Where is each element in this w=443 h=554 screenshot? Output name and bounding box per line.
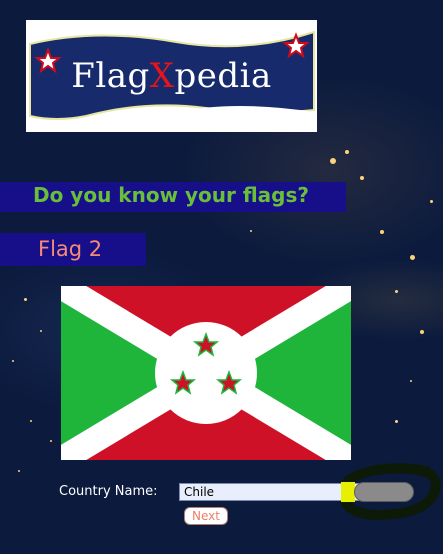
logo-text-end: pedia (174, 56, 272, 96)
star-dot (410, 380, 412, 382)
star-dot (360, 176, 364, 180)
country-name-input[interactable] (179, 483, 363, 501)
logo-text-x: X (149, 56, 175, 96)
star-dot (250, 230, 252, 232)
star-dot (395, 420, 398, 423)
star-dot (430, 200, 433, 203)
star-dot (330, 158, 336, 164)
yellow-highlight-mark (341, 482, 355, 502)
flagxpedia-logo: FlagXpedia (26, 20, 317, 132)
star-dot (24, 298, 27, 301)
star-dot (345, 150, 349, 154)
gray-pill-overlay (354, 482, 414, 502)
star-dot (380, 230, 384, 234)
flag-number-label: Flag 2 (38, 237, 103, 261)
logo-text: FlagXpedia (26, 56, 317, 96)
star-dot (50, 440, 52, 442)
country-name-label: Country Name: (59, 484, 158, 499)
logo-text-start: Flag (71, 56, 150, 96)
star-dot (410, 255, 415, 260)
next-button[interactable]: Next (184, 507, 228, 525)
star-dot (18, 470, 20, 472)
quiz-question: Do you know your flags? (33, 183, 309, 207)
star-dot (395, 290, 398, 293)
star-dot (12, 360, 14, 362)
star-dot (420, 330, 424, 334)
burundi-flag-icon (61, 286, 351, 460)
star-dot (40, 330, 42, 332)
